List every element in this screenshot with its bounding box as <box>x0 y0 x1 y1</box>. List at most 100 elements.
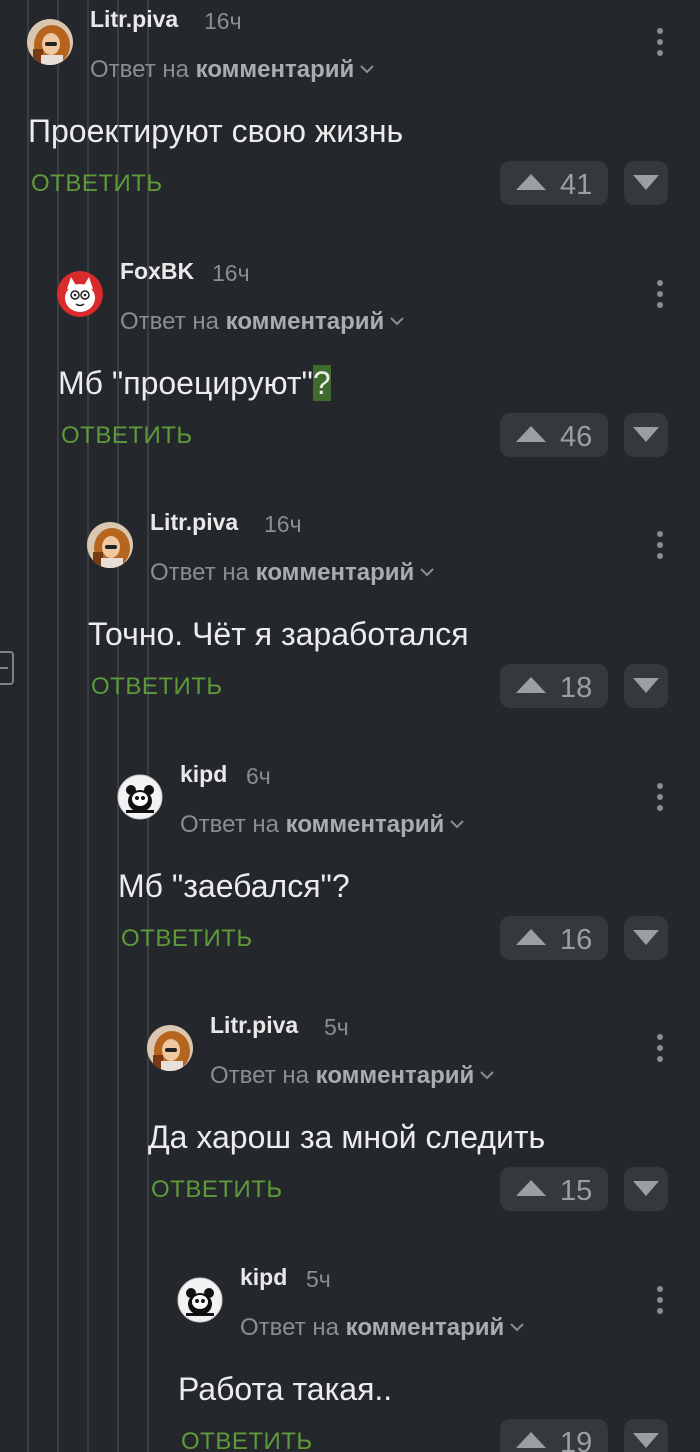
more-options-icon[interactable] <box>654 531 666 559</box>
girl-photo-avatar[interactable] <box>27 19 73 65</box>
reply-button[interactable]: ОТВЕТИТЬ <box>31 170 163 198</box>
chevron-down-icon[interactable] <box>450 808 465 836</box>
triangle-up-icon <box>516 928 546 950</box>
upvote-button[interactable]: 18 <box>500 664 608 708</box>
downvote-button[interactable] <box>624 1418 668 1452</box>
reply-to-prefix: Ответ на <box>120 307 219 335</box>
downvote-button[interactable] <box>624 161 668 205</box>
comment-score: 19 <box>560 1426 593 1452</box>
reply-to-target[interactable]: комментарий <box>196 56 355 83</box>
triangle-down-icon <box>633 1432 659 1448</box>
reply-button[interactable]: ОТВЕТИТЬ <box>181 1428 313 1452</box>
reply-button[interactable]: ОТВЕТИТЬ <box>91 673 223 701</box>
reply-to-link[interactable]: Ответ на комментарий <box>240 1311 525 1342</box>
comment-time: 16ч <box>204 8 242 34</box>
triangle-up-icon <box>516 425 546 447</box>
reply-button[interactable]: ОТВЕТИТЬ <box>151 1176 283 1204</box>
upvote-button[interactable]: 19 <box>500 1418 608 1452</box>
reply-to-link[interactable]: Ответ на комментарий <box>180 808 465 839</box>
comment-time: 5ч <box>306 1265 331 1292</box>
upvote-button[interactable]: 46 <box>500 412 608 457</box>
comment-score: 46 <box>560 420 593 453</box>
triangle-down-icon <box>633 1181 659 1196</box>
reply-to-prefix: Ответ на <box>90 56 189 83</box>
comment-time: 6ч <box>246 762 271 789</box>
comment-text-main: Точно. Чёт я заработался <box>88 616 469 652</box>
reply-to-link[interactable]: Ответ на комментарий <box>120 305 405 336</box>
comment-text: Мб "заебался"? <box>118 868 350 905</box>
comment-text-main: Проектируют свою жизнь <box>28 113 404 149</box>
username[interactable]: Litr.piva <box>210 1012 298 1039</box>
comment: Litr.piva 16ч Ответ на комментарий Точно… <box>0 503 700 755</box>
reply-to-prefix: Ответ на <box>180 810 279 838</box>
girl-photo-avatar[interactable] <box>147 1025 193 1071</box>
comment: FoxBK 16ч Ответ на комментарий Мб "проец… <box>0 252 700 504</box>
triangle-up-icon <box>516 1431 546 1452</box>
upvote-button[interactable]: 15 <box>500 1167 608 1211</box>
upvote-button[interactable]: 16 <box>500 915 608 960</box>
username[interactable]: kipd <box>240 1264 287 1291</box>
chevron-down-icon[interactable] <box>390 305 405 333</box>
chevron-down-icon[interactable] <box>360 53 375 81</box>
downvote-button[interactable] <box>624 915 668 960</box>
chevron-down-icon[interactable] <box>510 1311 525 1339</box>
comment: kipd 5ч Ответ на комментарий Работа така… <box>0 1258 700 1452</box>
panda-avatar[interactable] <box>117 774 163 820</box>
more-options-icon[interactable] <box>654 28 666 56</box>
more-options-icon[interactable] <box>654 279 666 308</box>
downvote-button[interactable] <box>624 412 668 457</box>
downvote-button[interactable] <box>624 664 668 708</box>
username[interactable]: Litr.piva <box>90 6 178 33</box>
username[interactable]: FoxBK <box>120 258 194 285</box>
username[interactable]: kipd <box>180 761 227 788</box>
comment-text-main: Работа такая.. <box>178 1370 393 1407</box>
comment: Litr.piva 16ч Ответ на комментарий Проек… <box>0 0 700 252</box>
downvote-button[interactable] <box>624 1167 668 1211</box>
reply-button[interactable]: ОТВЕТИТЬ <box>61 422 193 450</box>
triangle-up-icon <box>516 174 546 195</box>
cartoon-cat-avatar[interactable] <box>57 270 103 317</box>
comment-score: 16 <box>560 923 593 956</box>
triangle-up-icon <box>516 1180 546 1201</box>
comment-text: Точно. Чёт я заработался <box>88 616 469 653</box>
triangle-down-icon <box>633 426 659 442</box>
comment-text-main: Мб "заебался"? <box>118 867 350 904</box>
reply-to-target[interactable]: комментарий <box>316 1062 475 1089</box>
panda-avatar[interactable] <box>177 1277 223 1323</box>
reply-to-prefix: Ответ на <box>150 559 249 586</box>
more-options-icon[interactable] <box>654 1285 666 1314</box>
comment-text: Мб "проецируют"? <box>58 364 331 402</box>
more-options-icon[interactable] <box>654 1034 666 1062</box>
reply-button[interactable]: ОТВЕТИТЬ <box>121 925 253 953</box>
comment-text: Да харош за мной следить <box>148 1119 545 1156</box>
reply-to-target[interactable]: комментарий <box>286 811 445 838</box>
comment-score: 18 <box>560 672 593 704</box>
comment-score: 15 <box>560 1175 593 1207</box>
reply-to-link[interactable]: Ответ на комментарий <box>90 53 375 84</box>
comment-text: Работа такая.. <box>178 1371 392 1408</box>
reply-to-link[interactable]: Ответ на комментарий <box>210 1059 495 1090</box>
girl-photo-avatar[interactable] <box>87 522 133 568</box>
reply-to-link[interactable]: Ответ на комментарий <box>150 556 435 587</box>
reply-to-prefix: Ответ на <box>210 1062 309 1089</box>
comment-time: 16ч <box>264 511 302 537</box>
more-options-icon[interactable] <box>654 782 666 811</box>
comment-text: Проектируют свою жизнь <box>28 113 403 150</box>
comment-time: 16ч <box>212 259 250 286</box>
triangle-up-icon <box>516 677 546 698</box>
username[interactable]: Litr.piva <box>150 509 238 536</box>
chevron-down-icon[interactable] <box>480 1059 495 1087</box>
comment-text-main: Мб "проецируют" <box>58 364 313 401</box>
triangle-down-icon <box>633 678 659 693</box>
comment-score: 41 <box>560 169 593 201</box>
comment: kipd 6ч Ответ на комментарий Мб "заебалс… <box>0 755 700 1007</box>
upvote-button[interactable]: 41 <box>500 161 608 205</box>
reply-to-target[interactable]: комментарий <box>346 1314 505 1341</box>
triangle-down-icon <box>633 175 659 190</box>
comment-text-main: Да харош за мной следить <box>148 1119 546 1155</box>
chevron-down-icon[interactable] <box>420 556 435 584</box>
reply-to-prefix: Ответ на <box>240 1313 339 1341</box>
reply-to-target[interactable]: комментарий <box>256 559 415 586</box>
comment-text-highlight: ? <box>312 364 331 401</box>
reply-to-target[interactable]: комментарий <box>226 308 385 335</box>
